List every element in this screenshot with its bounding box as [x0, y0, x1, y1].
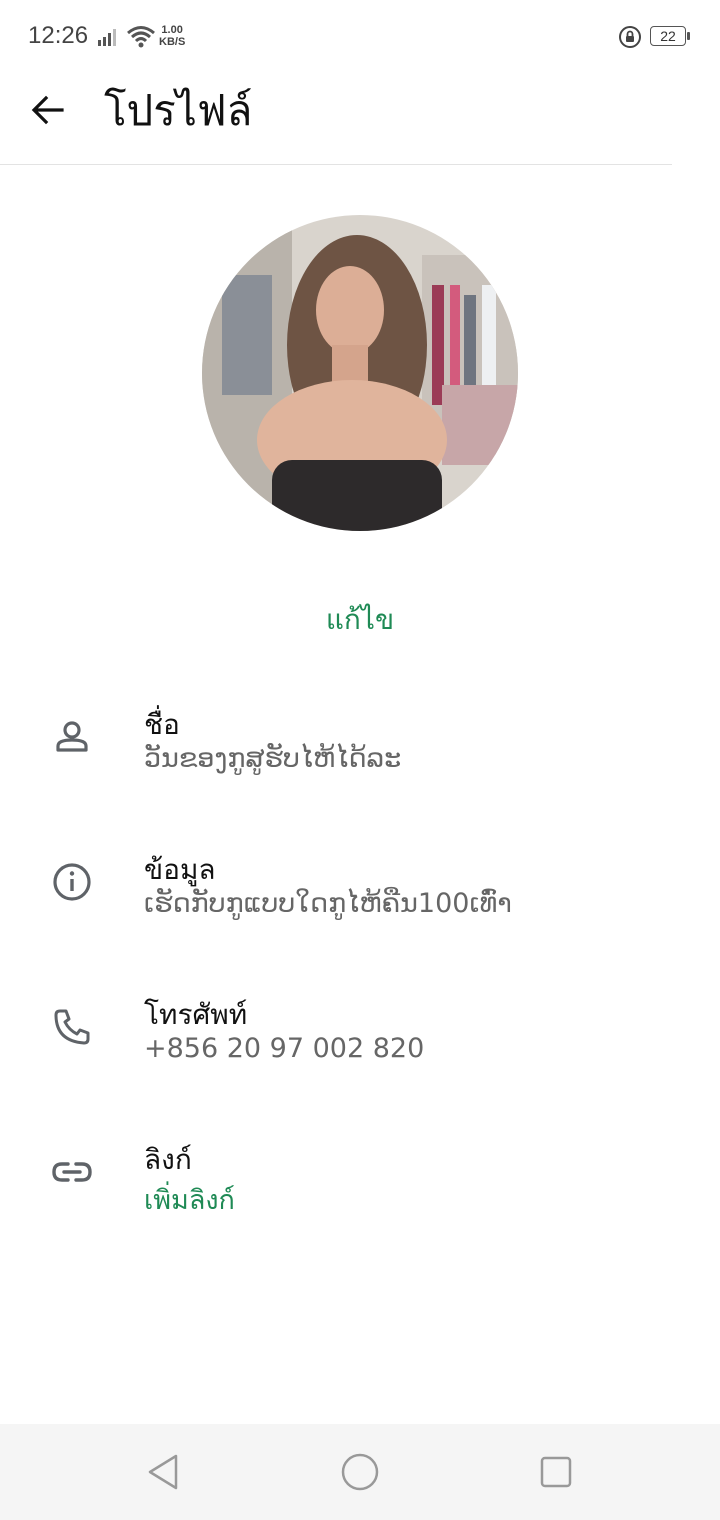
name-row-value: ວັນຂອງກູສູຮັບໄຫ້ໄດ້ລະ [144, 743, 402, 774]
phone-row-value: +856 20 97 002 820 [144, 1033, 425, 1064]
phone-row-title: โทรศัพท์ [144, 998, 248, 1031]
phone-row[interactable]: โทรศัพท์ +856 20 97 002 820 [0, 985, 720, 1095]
status-bar: 12:26 1.00 KB/S 22 [0, 0, 720, 72]
add-link-button[interactable]: เพิ่มลิงก์ [144, 1178, 235, 1221]
person-icon [56, 721, 88, 752]
back-arrow-icon[interactable] [26, 88, 70, 132]
about-row[interactable]: ข้อมูล ເຮັດກັບກູແບບໃດກູໄຫ້ຄືນ100ເທົ່າ [0, 840, 720, 950]
name-row[interactable]: ชื่อ ວັນຂອງກູສູຮັບໄຫ້ໄດ້ລະ [0, 695, 720, 805]
header-divider [0, 164, 672, 165]
page-title: โปรไฟล์ [104, 86, 253, 135]
rotation-lock-icon [619, 26, 641, 48]
avatar-photo [202, 215, 518, 531]
signal-icon [98, 29, 116, 46]
info-icon [53, 863, 91, 901]
link-icon [52, 1162, 92, 1182]
phone-icon [54, 1009, 90, 1045]
wifi-icon [127, 26, 155, 48]
net-speed-unit: KB/S [159, 36, 186, 48]
link-row-title: ลิงก์ [144, 1143, 192, 1176]
net-speed: 1.00 KB/S [159, 24, 185, 48]
status-time: 12:26 [28, 22, 89, 49]
about-row-title: ข้อมูล [144, 853, 216, 886]
battery-icon: 22 [650, 26, 690, 46]
system-nav-bar [0, 1424, 720, 1520]
app-header: โปรไฟล์ [0, 72, 720, 164]
link-row[interactable]: ลิงก์ เพิ่มลิงก์ [0, 1130, 720, 1240]
battery-level: 22 [650, 26, 686, 46]
recents-square-icon[interactable] [536, 1452, 576, 1492]
back-triangle-icon[interactable] [144, 1452, 184, 1492]
name-row-title: ชื่อ [144, 708, 180, 741]
edit-profile-photo-link[interactable]: แก้ไข [0, 598, 720, 642]
profile-avatar[interactable] [202, 215, 518, 531]
about-row-value: ເຮັດກັບກູແບບໃດກູໄຫ້ຄືນ100ເທົ່າ [144, 888, 512, 919]
net-speed-value: 1.00 [161, 24, 183, 36]
home-circle-icon[interactable] [340, 1452, 380, 1492]
